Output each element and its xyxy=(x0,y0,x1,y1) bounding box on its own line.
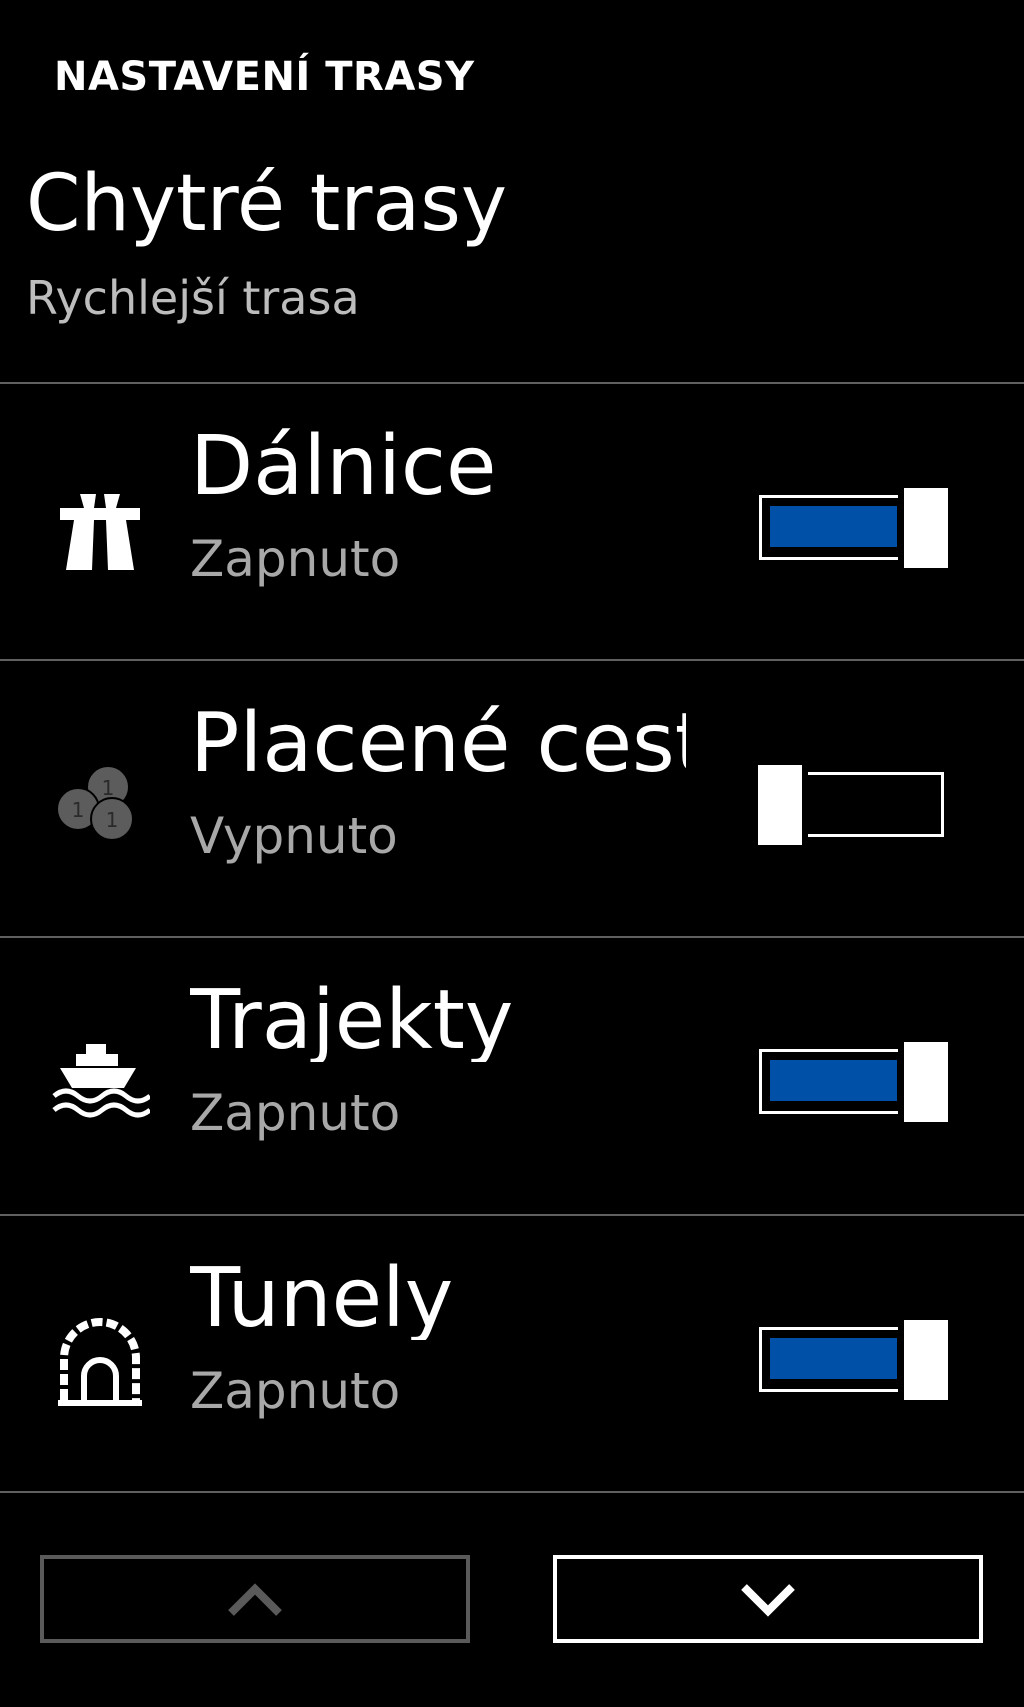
toggle-switch-trajekty[interactable] xyxy=(758,1042,948,1122)
smart-routes-title: Chytré trasy xyxy=(26,159,508,249)
option-row-placene-cesty[interactable]: 1 1 1 Placené cesty Vypnuto xyxy=(0,661,1024,937)
option-label: Dálnice xyxy=(190,426,497,508)
toggle-switch-placene-cesty[interactable] xyxy=(758,765,948,845)
option-status: Zapnuto xyxy=(190,1084,401,1142)
option-row-tunely[interactable]: Tunely Zapnuto xyxy=(0,1216,1024,1492)
smart-routes-setting[interactable]: Chytré trasy Rychlejší trasa xyxy=(26,165,726,325)
toggle-switch-tunely[interactable] xyxy=(758,1320,948,1400)
toggle-thumb[interactable] xyxy=(758,765,802,845)
option-status: Zapnuto xyxy=(190,1362,401,1420)
toggle-switch-dalnice[interactable] xyxy=(758,488,948,568)
toggle-fill xyxy=(770,1338,897,1379)
scroll-up-button[interactable] xyxy=(40,1555,470,1643)
toggle-thumb[interactable] xyxy=(904,488,948,568)
option-status: Zapnuto xyxy=(190,530,401,588)
page-header-title: NASTAVENÍ TRASY xyxy=(54,54,475,100)
chevron-down-icon xyxy=(741,1584,795,1617)
toggle-thumb[interactable] xyxy=(904,1320,948,1400)
toggle-thumb[interactable] xyxy=(904,1042,948,1122)
option-row-trajekty[interactable]: Trajekty Zapnuto xyxy=(0,938,1024,1214)
tunnel-icon xyxy=(50,1316,150,1416)
svg-text:1: 1 xyxy=(106,808,119,832)
svg-text:1: 1 xyxy=(72,798,85,822)
toggle-fill xyxy=(770,1060,897,1101)
highway-icon xyxy=(50,474,150,574)
ferry-icon xyxy=(50,1032,152,1132)
option-label: Placené cesty xyxy=(190,703,686,785)
option-status: Vypnuto xyxy=(190,807,398,865)
option-label: Tunely xyxy=(190,1258,454,1340)
option-label: Trajekty xyxy=(190,980,514,1062)
toll-coins-icon: 1 1 1 xyxy=(50,759,150,859)
svg-text:1: 1 xyxy=(102,776,115,800)
chevron-up-icon xyxy=(228,1583,282,1616)
divider xyxy=(0,1491,1024,1493)
toggle-fill xyxy=(770,506,897,547)
option-row-dalnice[interactable]: Dálnice Zapnuto xyxy=(0,384,1024,660)
scroll-down-button[interactable] xyxy=(553,1555,983,1643)
smart-routes-value: Rychlejší trasa xyxy=(26,271,360,325)
